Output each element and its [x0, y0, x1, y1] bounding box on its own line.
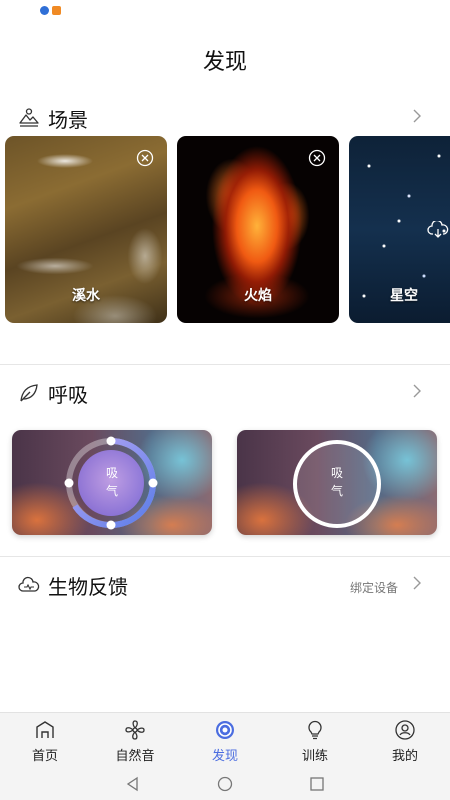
- breath-title: 呼吸: [48, 383, 88, 407]
- scene-label: 火焰: [244, 288, 272, 304]
- breath-label: 气: [330, 484, 343, 498]
- close-icon[interactable]: [136, 149, 154, 167]
- leaf-icon: [20, 384, 38, 402]
- recents-icon[interactable]: [309, 776, 325, 792]
- page-title: 发现: [202, 50, 247, 75]
- bottom-tab-bar: 首页 自然音 发现 训练 我的: [0, 712, 450, 768]
- scenes-header[interactable]: 场景: [0, 99, 450, 139]
- bind-device-link[interactable]: 绑定设备: [350, 579, 398, 596]
- scene-card-starry-sky[interactable]: 星空: [349, 136, 450, 323]
- fan-icon: [125, 720, 145, 740]
- scene-card-stream[interactable]: 溪水: [5, 136, 167, 323]
- tab-label: 训练: [301, 749, 328, 764]
- breath-label: 吸: [105, 466, 118, 480]
- tab-training[interactable]: 训练: [270, 713, 360, 769]
- biofeedback-header[interactable]: 生物反馈 绑定设备: [0, 566, 450, 606]
- discover-icon: [216, 721, 234, 739]
- scene-card-fire[interactable]: 火焰: [177, 136, 339, 323]
- biofeedback-title: 生物反馈: [48, 575, 128, 599]
- mountain-icon: [19, 108, 39, 127]
- tab-label: 自然音: [115, 749, 155, 764]
- chevron-right-icon[interactable]: [412, 383, 422, 399]
- status-bar: [0, 0, 450, 22]
- scenes-title: 场景: [48, 108, 88, 132]
- chevron-right-icon[interactable]: [412, 575, 422, 591]
- breath-label: 气: [105, 484, 118, 498]
- home-icon: [36, 721, 54, 738]
- notification-icon: [40, 6, 49, 15]
- system-nav-bar: [0, 768, 450, 800]
- tab-label: 发现: [211, 749, 238, 764]
- cloud-icon: [18, 576, 40, 592]
- profile-icon: [395, 720, 415, 740]
- breath-card-guided[interactable]: 吸 气: [12, 430, 212, 535]
- breath-label: 吸: [330, 466, 343, 480]
- bulb-icon: [308, 720, 322, 740]
- tab-nature-sounds[interactable]: 自然音: [90, 713, 180, 769]
- tab-profile[interactable]: 我的: [360, 713, 450, 769]
- home-circle-icon[interactable]: [217, 776, 233, 792]
- rss-icon: [52, 6, 61, 15]
- back-icon[interactable]: [125, 776, 141, 792]
- tab-label: 我的: [391, 749, 418, 764]
- chevron-right-icon[interactable]: [412, 108, 422, 124]
- tab-label: 首页: [31, 749, 58, 764]
- tab-home[interactable]: 首页: [0, 713, 90, 769]
- close-icon[interactable]: [308, 149, 326, 167]
- scene-label: 溪水: [72, 288, 100, 304]
- breath-card-free[interactable]: 吸 气: [237, 430, 437, 535]
- divider: [0, 364, 450, 365]
- scene-label: 星空: [390, 288, 418, 304]
- cloud-download-icon[interactable]: [427, 221, 449, 239]
- breath-header[interactable]: 呼吸: [0, 374, 450, 414]
- divider: [0, 556, 450, 557]
- tab-discover[interactable]: 发现: [180, 713, 270, 769]
